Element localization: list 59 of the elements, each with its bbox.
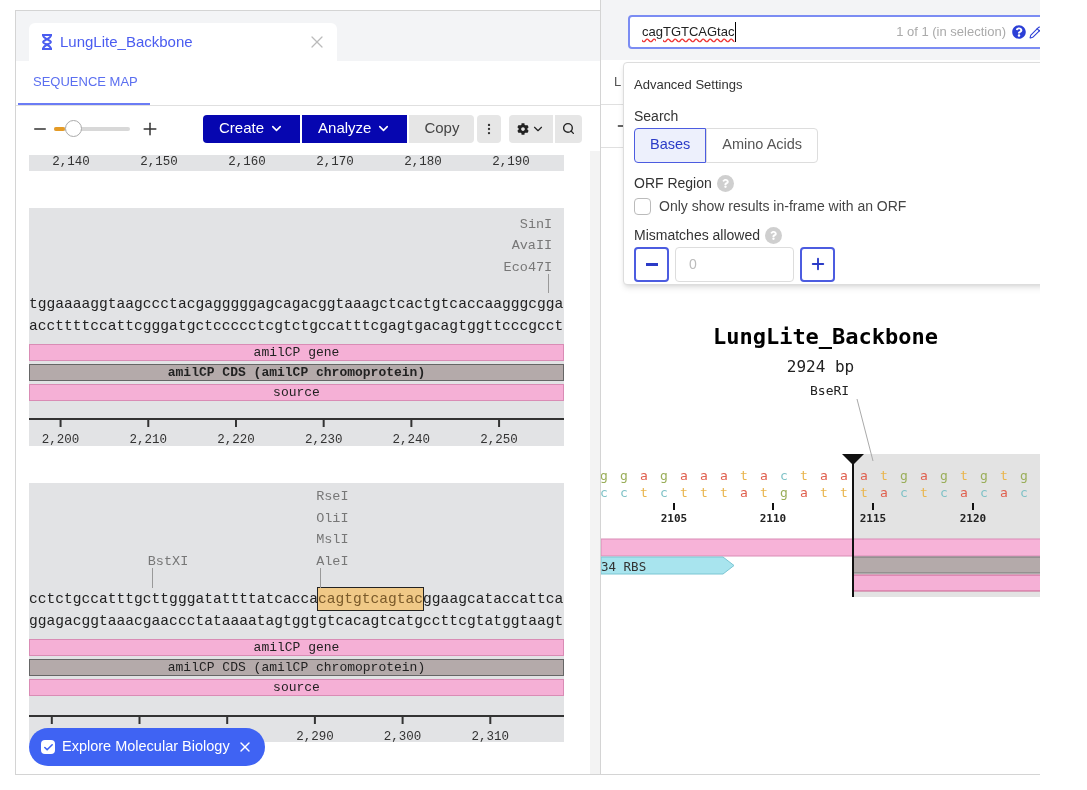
feature-bar[interactable]: amilCP gene: [29, 639, 564, 656]
toolbar-dropdown-button[interactable]: Create: [203, 114, 301, 143]
feature-bar[interactable]: source: [29, 679, 564, 696]
section-label: Mismatches allowed: [634, 225, 761, 245]
sequence-text: ggaagcataccattca: [423, 590, 564, 609]
ruler-label: 2,160: [228, 155, 266, 170]
popup-title: Advanced Settings: [634, 76, 744, 94]
section-label: ORF Region: [634, 173, 712, 193]
checkbox-label: Only show results in-frame with an ORF: [659, 196, 907, 216]
ruler-label: 2,140: [52, 155, 90, 170]
search-highlight[interactable]: cagtgtcagtac: [318, 588, 424, 610]
sequence-text: accttttccattcgggatgctccccctcgtctgccatttcgagtgacagtggttcccgcct: [29, 317, 564, 336]
view-tab[interactable]: L: [614, 72, 622, 92]
feature-label: 34 RBS: [601, 559, 647, 574]
document-tab[interactable]: LungLite_Backbone: [29, 23, 337, 61]
search-field[interactable]: cagTGTCAGtac 1 of 1 (in selection): [628, 15, 1040, 49]
segment-button[interactable]: Bases: [634, 127, 707, 163]
ruler-label: 2,250: [480, 432, 518, 449]
feature-bar[interactable]: amilCP CDS (amilCP chromoprotein): [29, 659, 564, 676]
ruler-label: 2,300: [383, 729, 422, 746]
search-result-count: 1 of 1 (in selection): [896, 23, 1006, 42]
feature-bar[interactable]: amilCP gene: [29, 344, 564, 361]
feature-bar[interactable]: amilCP CDS (amilCP chromoprotein): [29, 364, 564, 381]
ruler-label: 2,180: [404, 155, 442, 170]
ruler-label: 2,210: [129, 432, 167, 449]
explore-button[interactable]: Explore Molecular Biology: [29, 728, 265, 766]
sequence-text: ggagacggtaaacgaaccctataaaatagtggtgtcacagtcatgccttcgtatggtaagt: [29, 612, 564, 631]
ruler-label: 2,200: [41, 432, 80, 449]
segment-button[interactable]: Amino Acids: [706, 127, 819, 163]
bottom-strand: c c t c t t t a t g a t t t a c t c a c a c: [601, 485, 1028, 500]
ruler-label: 2,290: [296, 729, 334, 746]
ruler-label: 2,240: [392, 432, 431, 449]
toolbar-dropdown-button[interactable]: Analyze: [302, 114, 408, 143]
map-length: 2924 bp: [786, 356, 855, 378]
enzyme-label[interactable]: BseRI: [810, 383, 850, 398]
section-label: Search: [634, 106, 680, 126]
tick-label: 2115: [859, 512, 887, 525]
tick-label: 2120: [959, 512, 987, 525]
ruler-label: 2,170: [316, 155, 354, 170]
toolbar-button[interactable]: Copy: [409, 114, 475, 143]
sequence-text: tggaaaaggtaagccctacgagggggagcagacggtaaagctcactgtcaccaagggcgga: [29, 295, 564, 314]
tick-label: 2105: [660, 512, 688, 525]
enzyme-label[interactable]: AvaII: [511, 235, 553, 257]
tick-label: 2110: [759, 512, 787, 525]
tab-title: LungLite_Backbone: [60, 31, 193, 52]
ruler-label: 2,190: [492, 155, 530, 170]
enzyme-label[interactable]: BstXI: [147, 550, 189, 572]
enzyme-label[interactable]: SinI: [519, 213, 553, 235]
sequence-text: cctctgccatttgcttgggatattttatcacca: [29, 590, 318, 609]
view-tab[interactable]: SEQUENCE MAP: [18, 61, 150, 105]
map-title: LungLite_Backbone: [712, 323, 939, 351]
mismatches-field[interactable]: 0: [675, 246, 794, 282]
feature-bar[interactable]: source: [29, 384, 564, 401]
top-strand: g g a g a a a t a c t a a a t g a g t g t g: [601, 468, 1028, 483]
search-query: cagTGTCAGtac: [642, 22, 737, 42]
ruler-label: 2,230: [304, 432, 343, 449]
ruler-label: 2,220: [217, 432, 255, 449]
ruler-label: 2,310: [471, 729, 510, 746]
ruler-label: 2,150: [140, 155, 178, 170]
